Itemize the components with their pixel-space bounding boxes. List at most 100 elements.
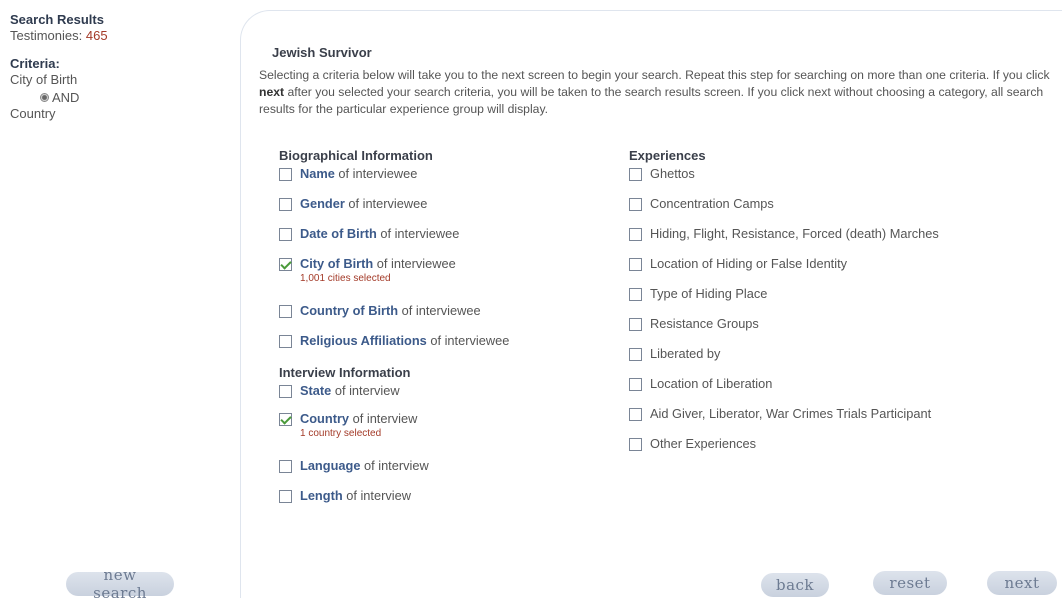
experience-option[interactable]: Other Experiences: [629, 436, 1059, 466]
option-row[interactable]: Date of Birth of interviewee: [279, 226, 609, 256]
option-label-bold: City of Birth: [300, 256, 374, 271]
experience-option[interactable]: Aid Giver, Liberator, War Crimes Trials …: [629, 406, 1059, 436]
option-label: Name of interviewee: [300, 166, 417, 181]
intro-part-1: Selecting a criteria below will take you…: [259, 68, 1050, 82]
interview-options: State of interview Country of interview 1 …: [279, 383, 609, 518]
experience-option[interactable]: Concentration Camps: [629, 196, 1059, 226]
option-row[interactable]: Length of interview: [279, 488, 609, 518]
option-label: Religious Affiliations of interviewee: [300, 333, 509, 348]
option-label-rest: of interviewee: [426, 333, 510, 348]
option-label: Country of Birth of interviewee: [300, 303, 481, 318]
checkbox[interactable]: [629, 438, 642, 451]
option-label-rest: of interviewee: [373, 256, 456, 271]
option-label: Length of interview: [300, 488, 411, 503]
experience-option[interactable]: Liberated by: [629, 346, 1059, 376]
operator-label: AND: [52, 90, 80, 105]
checkbox[interactable]: [629, 168, 642, 181]
checkbox[interactable]: [279, 168, 292, 181]
checkbox[interactable]: [279, 198, 292, 211]
new-search-button[interactable]: new search: [66, 566, 174, 598]
checkbox[interactable]: [279, 490, 292, 503]
experiences-heading: Experiences: [629, 148, 706, 163]
experience-label: Location of Hiding or False Identity: [650, 256, 848, 271]
right-column: Experiences Ghettos Concentration Camps Hi…: [629, 148, 1059, 466]
option-label-rest: of interview: [331, 383, 400, 398]
criteria-item-city-of-birth: City of Birth: [10, 72, 78, 87]
option-label-rest: of interviewee: [376, 226, 460, 241]
testimonies-count: Testimonies: 465: [10, 28, 108, 43]
option-label-bold: Name: [300, 166, 335, 181]
option-label-rest: of interviewee: [344, 196, 428, 211]
option-label-bold: Date of Birth: [300, 226, 377, 241]
option-row[interactable]: Country of interview 1 country selected: [279, 411, 609, 458]
checkbox[interactable]: [279, 385, 292, 398]
checkbox[interactable]: [629, 318, 642, 331]
sidebar: Search Results Testimonies: 465 Criteria…: [0, 0, 210, 598]
checkbox[interactable]: [629, 348, 642, 361]
checkbox[interactable]: [629, 228, 642, 241]
experience-label: Ghettos: [650, 166, 695, 181]
checkbox[interactable]: [279, 305, 292, 318]
testimonies-label: Testimonies:: [10, 28, 83, 43]
testimonies-value: 465: [85, 28, 108, 43]
page-title: Jewish Survivor: [272, 45, 372, 60]
option-label-rest: of interview: [342, 488, 411, 503]
experience-option[interactable]: Hiding, Flight, Resistance, Forced (deat…: [629, 226, 1059, 256]
experience-option[interactable]: Location of Hiding or False Identity: [629, 256, 1059, 286]
option-label-bold: State: [300, 383, 332, 398]
option-row[interactable]: Religious Affiliations of interviewee: [279, 333, 609, 361]
radio-icon[interactable]: [40, 93, 49, 102]
experience-option[interactable]: Type of Hiding Place: [629, 286, 1059, 316]
checkbox[interactable]: [279, 460, 292, 473]
option-label-bold: Language: [300, 458, 361, 473]
checkbox[interactable]: [279, 335, 292, 348]
option-row[interactable]: Gender of interviewee: [279, 196, 609, 226]
option-label: Country of interview 1 country selected: [300, 411, 417, 439]
option-label-rest: of interview: [360, 458, 429, 473]
experience-option[interactable]: Ghettos: [629, 166, 1059, 196]
checkbox[interactable]: [629, 198, 642, 211]
operator-and[interactable]: AND: [40, 90, 79, 105]
checkbox[interactable]: [629, 408, 642, 421]
left-column: Biographical Information Name of intervi…: [279, 148, 609, 518]
option-row[interactable]: Country of Birth of interviewee: [279, 303, 609, 333]
reset-button[interactable]: reset: [873, 571, 947, 595]
biographical-options: Name of interviewee Gender of interviewee…: [279, 166, 609, 361]
experience-option[interactable]: Location of Liberation: [629, 376, 1059, 406]
option-label-rest: of interviewee: [398, 303, 481, 318]
selection-note: 1,001 cities selected: [300, 273, 391, 284]
next-button[interactable]: next: [987, 571, 1057, 595]
option-label-bold: Gender: [300, 196, 345, 211]
option-label-bold: Religious Affiliations: [300, 333, 427, 348]
option-row[interactable]: Language of interview: [279, 458, 609, 488]
experience-label: Location of Liberation: [650, 376, 773, 391]
option-label-rest: of interviewee: [334, 166, 418, 181]
interview-heading: Interview Information: [279, 365, 411, 380]
experience-label: Other Experiences: [650, 436, 756, 451]
option-label-bold: Country of Birth: [300, 303, 399, 318]
option-label: Date of Birth of interviewee: [300, 226, 459, 241]
criteria-item-country: Country: [10, 106, 56, 121]
option-label-bold: Length: [300, 488, 343, 503]
experience-option[interactable]: Resistance Groups: [629, 316, 1059, 346]
experience-label: Resistance Groups: [650, 316, 759, 331]
main-panel: Jewish Survivor Selecting a criteria bel…: [240, 10, 1062, 598]
biographical-heading: Biographical Information: [279, 148, 433, 163]
experience-label: Hiding, Flight, Resistance, Forced (deat…: [650, 226, 939, 241]
criteria-label: Criteria:: [10, 56, 60, 71]
option-row[interactable]: State of interview: [279, 383, 609, 411]
option-label: Gender of interviewee: [300, 196, 427, 211]
checkbox[interactable]: [279, 228, 292, 241]
option-row[interactable]: City of Birth of interviewee 1,001 cities…: [279, 256, 609, 303]
search-results-title: Search Results: [10, 12, 104, 27]
option-label: Language of interview: [300, 458, 429, 473]
checkbox[interactable]: [279, 413, 292, 426]
experience-label: Liberated by: [650, 346, 721, 361]
intro-bold: next: [259, 85, 285, 99]
checkbox[interactable]: [279, 258, 292, 271]
checkbox[interactable]: [629, 258, 642, 271]
checkbox[interactable]: [629, 288, 642, 301]
back-button[interactable]: back: [761, 573, 829, 597]
option-row[interactable]: Name of interviewee: [279, 166, 609, 196]
checkbox[interactable]: [629, 378, 642, 391]
